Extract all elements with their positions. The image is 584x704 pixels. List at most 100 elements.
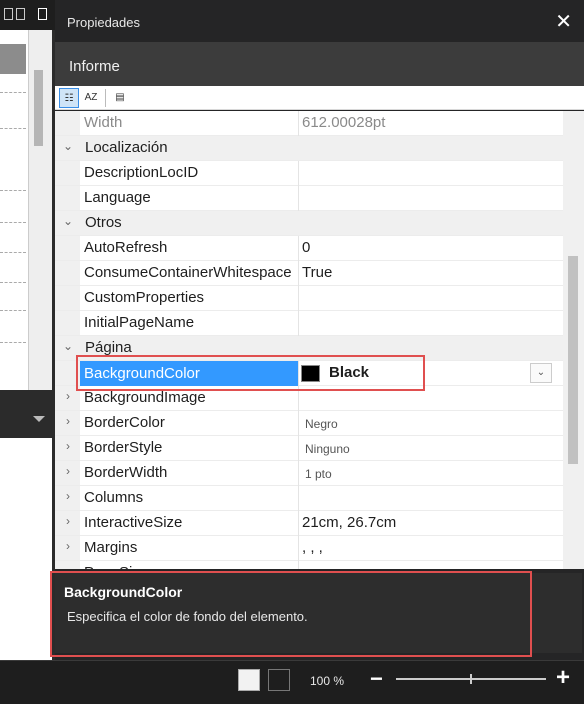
column-divider[interactable] <box>298 511 299 536</box>
column-divider[interactable] <box>298 236 299 261</box>
property-row[interactable]: › PageSize <box>55 561 563 569</box>
zoom-slider-handle[interactable] <box>470 674 472 684</box>
property-value[interactable]: 0 <box>302 239 557 256</box>
collapsed-pane-bar[interactable] <box>0 400 55 438</box>
column-divider[interactable] <box>298 186 299 211</box>
properties-panel: Propiedades ✕ Informe ☷ AZ ▤ Width 612.00… <box>50 0 584 660</box>
property-row[interactable]: InitialPageName <box>55 311 563 336</box>
property-grid-scrollbar[interactable] <box>563 111 584 569</box>
category-row[interactable]: ⌄ Otros <box>55 211 563 236</box>
close-icon[interactable]: ✕ <box>555 9 572 34</box>
canvas-toolbar <box>0 0 55 30</box>
panel-header: Propiedades ✕ <box>55 0 584 42</box>
chevron-right-icon[interactable]: › <box>61 539 75 553</box>
chevron-down-icon[interactable]: ⌄ <box>61 339 75 353</box>
column-divider[interactable] <box>298 436 299 461</box>
properties-toolbar: ☷ AZ ▤ <box>55 86 584 110</box>
sort-az-icon[interactable]: AZ <box>81 88 101 108</box>
category-label: Página <box>85 339 132 356</box>
property-row[interactable]: Language <box>55 186 563 211</box>
mobile-icon[interactable] <box>38 8 47 20</box>
zoom-out-icon[interactable]: − <box>370 666 383 692</box>
property-name: InteractiveSize <box>84 514 183 531</box>
property-value[interactable]: 1 pto <box>305 467 560 481</box>
panel-title: Propiedades <box>67 15 140 30</box>
zoom-level: 100 % <box>310 674 345 688</box>
property-row[interactable]: CustomProperties <box>55 286 563 311</box>
divider <box>0 310 26 311</box>
column-divider[interactable] <box>298 561 299 569</box>
property-row[interactable]: › Columns <box>55 486 563 511</box>
chevron-right-icon[interactable]: › <box>61 564 75 569</box>
column-divider[interactable] <box>298 486 299 511</box>
highlight-box <box>50 571 532 657</box>
page-icon[interactable] <box>16 8 25 20</box>
property-row[interactable]: AutoRefresh 0 <box>55 236 563 261</box>
categorized-icon[interactable]: ☷ <box>59 88 79 108</box>
property-name: Columns <box>84 489 144 506</box>
property-pages-icon[interactable]: ▤ <box>110 88 130 108</box>
chevron-right-icon[interactable]: › <box>61 439 75 453</box>
scroll-thumb[interactable] <box>568 256 578 464</box>
chevron-right-icon[interactable]: › <box>61 464 75 478</box>
column-divider[interactable] <box>298 536 299 561</box>
property-value[interactable]: 21cm, 26.7cm <box>302 514 557 531</box>
column-divider[interactable] <box>298 461 299 486</box>
property-value[interactable]: True <box>302 264 557 281</box>
page-icon[interactable] <box>4 8 13 20</box>
property-name: BackgroundImage <box>84 389 206 406</box>
divider <box>0 190 26 191</box>
property-value[interactable]: Ninguno <box>305 442 560 456</box>
property-row[interactable]: ConsumeContainerWhitespace True <box>55 261 563 286</box>
secondary-pane <box>0 438 52 660</box>
column-divider[interactable] <box>298 111 299 136</box>
column-divider[interactable] <box>298 311 299 336</box>
chevron-down-icon[interactable]: ⌄ <box>61 214 75 228</box>
chevron-right-icon[interactable]: › <box>61 389 75 403</box>
property-name: ConsumeContainerWhitespace <box>84 264 292 281</box>
chevron-right-icon[interactable]: › <box>61 489 75 503</box>
property-value[interactable]: Negro <box>305 417 560 431</box>
toolbar-separator <box>105 89 106 107</box>
column-divider[interactable] <box>298 261 299 286</box>
category-row[interactable]: ⌄ Localización <box>55 136 563 161</box>
divider <box>0 222 26 223</box>
property-name: PageSize <box>84 564 297 569</box>
property-name: CustomProperties <box>84 289 205 306</box>
divider <box>0 252 26 253</box>
property-row[interactable]: › BorderWidth 1 pto <box>55 461 563 486</box>
property-row[interactable]: Width 612.00028pt <box>55 111 563 136</box>
property-value[interactable]: 612.00028pt <box>302 114 557 131</box>
property-value[interactable]: , , , <box>302 539 557 556</box>
divider <box>0 92 26 93</box>
property-grid: Width 612.00028pt ⌄ Localización Description… <box>55 111 563 569</box>
design-view-icon[interactable] <box>238 669 260 691</box>
column-divider[interactable] <box>298 411 299 436</box>
category-label: Localización <box>85 139 168 156</box>
property-name: BorderColor <box>84 414 165 431</box>
canvas-scroll-thumb[interactable] <box>34 70 43 146</box>
chevron-down-icon[interactable]: ⌄ <box>61 139 75 153</box>
chevron-down-icon[interactable] <box>33 416 45 422</box>
divider <box>0 342 26 343</box>
property-name: DescriptionLocID <box>84 164 199 181</box>
report-canvas-pane <box>0 0 55 660</box>
zoom-in-icon[interactable]: + <box>556 664 570 692</box>
object-selector[interactable]: Informe <box>55 42 584 86</box>
property-name: Width <box>84 114 123 131</box>
property-row[interactable]: › InteractiveSize 21cm, 26.7cm <box>55 511 563 536</box>
status-bar: 100 % − + <box>0 660 584 704</box>
column-divider[interactable] <box>298 161 299 186</box>
property-name: Language <box>84 189 151 206</box>
property-row[interactable]: › BorderColor Negro <box>55 411 563 436</box>
column-divider[interactable] <box>298 286 299 311</box>
property-row[interactable]: › Margins , , , <box>55 536 563 561</box>
preview-icon[interactable] <box>268 669 290 691</box>
divider <box>0 282 26 283</box>
chevron-right-icon[interactable]: › <box>61 414 75 428</box>
property-name: Margins <box>84 539 138 556</box>
property-row[interactable]: › BorderStyle Ninguno <box>55 436 563 461</box>
category-label: Otros <box>85 214 122 231</box>
property-row[interactable]: DescriptionLocID <box>55 161 563 186</box>
chevron-right-icon[interactable]: › <box>61 514 75 528</box>
